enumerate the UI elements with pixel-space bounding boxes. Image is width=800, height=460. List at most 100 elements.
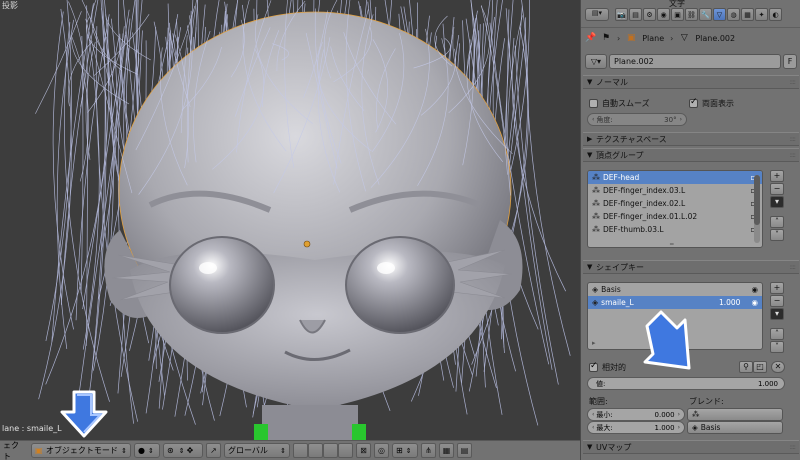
increment-arrow-icon[interactable]: ›: [678, 411, 680, 418]
camera-icon[interactable]: ▤: [457, 443, 472, 458]
double-sided-row[interactable]: 両面表示: [689, 97, 734, 109]
render-icon[interactable]: ▦: [439, 443, 454, 458]
layer-3-button[interactable]: [323, 443, 338, 458]
vertex-group-icon: ⁂: [592, 173, 600, 182]
tab-world[interactable]: ◉: [657, 8, 670, 21]
edit-mode-shape-button[interactable]: ◰: [753, 361, 767, 373]
tab-render[interactable]: 📷: [615, 8, 628, 21]
vertex-group-field[interactable]: ⁂: [687, 408, 783, 421]
move-up-button[interactable]: ˄: [770, 216, 784, 228]
filter-toggle-icon[interactable]: ▸: [592, 339, 596, 347]
tab-modifiers[interactable]: 🔧: [699, 8, 712, 21]
snap-selector[interactable]: ⊞ ⇕: [392, 443, 418, 458]
tab-object[interactable]: ▣: [671, 8, 684, 21]
double-sided-checkbox[interactable]: [689, 97, 698, 108]
decrement-arrow-icon[interactable]: ‹: [592, 116, 594, 123]
magnet-icon[interactable]: ⋔: [421, 443, 436, 458]
shape-key-item[interactable]: ◈ smaile_L 1.000 ◉: [588, 296, 762, 309]
lock-icon[interactable]: ⊠: [356, 443, 371, 458]
max-slider-field[interactable]: ‹ 最大: 1.000 ›: [587, 421, 685, 434]
pin-shape-key-button[interactable]: ⚲: [739, 361, 753, 373]
normals-panel-header[interactable]: ▼ ノーマル ::::: [583, 75, 799, 89]
add-shape-key-button[interactable]: +: [770, 282, 784, 294]
decrement-arrow-icon[interactable]: ‹: [592, 424, 594, 431]
remove-shape-key-button[interactable]: −: [770, 295, 784, 307]
shape-key-specials-button[interactable]: ▾: [770, 308, 784, 320]
translate-manipulator-icon[interactable]: ↗: [206, 443, 221, 458]
pin-icon[interactable]: 📌: [585, 33, 596, 43]
editor-type-button[interactable]: ▤▾: [585, 8, 609, 21]
autosmooth-angle-field[interactable]: ‹ 角度: 30° ›: [587, 113, 687, 126]
vertex-group-item[interactable]: ⁂DEF-finger_index.02.L▫: [588, 197, 762, 210]
arrow-annotation-icon: [643, 310, 691, 370]
layer-1-button[interactable]: [293, 443, 308, 458]
proportional-edit-icon[interactable]: ◎: [374, 443, 389, 458]
vertex-group-item[interactable]: ⁂DEF-head▫: [588, 171, 762, 184]
auto-smooth-row[interactable]: 自動スムーズ: [589, 98, 650, 109]
drag-grip-icon[interactable]: ::::: [790, 78, 797, 86]
tab-constraints[interactable]: ⛓: [685, 8, 698, 21]
move-up-button[interactable]: ˄: [770, 328, 784, 340]
orientation-selector[interactable]: グローバル ⇕: [224, 443, 290, 458]
vertex-group-scrollbar[interactable]: [754, 175, 760, 243]
move-down-button[interactable]: ˅: [770, 229, 784, 241]
shape-key-value[interactable]: 1.000: [719, 298, 740, 307]
drag-grip-icon[interactable]: ::::: [790, 135, 797, 143]
texture-space-title: テクスチャスペース: [596, 134, 667, 144]
mesh-name-field[interactable]: Plane.002: [609, 54, 781, 69]
value-label: 値:: [596, 379, 606, 388]
tab-particles[interactable]: ✦: [755, 8, 768, 21]
relative-row[interactable]: 相対的: [589, 361, 626, 373]
scrollbar-thumb[interactable]: [754, 175, 760, 225]
visibility-eye-icon[interactable]: ◉: [751, 285, 758, 294]
vertex-groups-panel-header[interactable]: ▼ 頂点グループ ::::: [583, 148, 799, 162]
shape-value-slider[interactable]: 値: 1.000: [587, 377, 785, 390]
value-number: 1.000: [757, 379, 778, 388]
vertex-group-item[interactable]: ⁂DEF-finger_index.03.L▫: [588, 184, 762, 197]
drag-grip-icon[interactable]: ::::: [790, 151, 797, 159]
drag-grip-icon[interactable]: ::::: [790, 263, 797, 271]
texture-space-panel-header[interactable]: ▶ テクスチャスペース ::::: [583, 132, 799, 146]
layer-2-button[interactable]: [308, 443, 323, 458]
tab-layers[interactable]: ▤: [629, 8, 642, 21]
tab-texture[interactable]: ▦: [741, 8, 754, 21]
pivot-selector[interactable]: ⊛ ⇕ ✥: [163, 443, 203, 458]
tab-scene[interactable]: ⚙: [643, 8, 656, 21]
add-vertex-group-button[interactable]: +: [770, 170, 784, 182]
shape-keys-panel-header[interactable]: ▼ シェイプキー ::::: [583, 260, 799, 274]
clear-weights-button[interactable]: ✕: [771, 361, 785, 373]
vertex-group-specials-button[interactable]: ▾: [770, 196, 784, 208]
vertex-group-item[interactable]: ⁂DEF-thumb.03.L▫: [588, 223, 762, 236]
layer-4-button[interactable]: [338, 443, 353, 458]
tab-data[interactable]: ▽: [713, 8, 726, 21]
visibility-eye-icon[interactable]: ◉: [751, 298, 758, 307]
updown-arrow-icon: ⇕: [405, 446, 412, 455]
angle-value: 30°: [664, 115, 677, 124]
auto-smooth-checkbox[interactable]: [589, 99, 598, 108]
move-down-button[interactable]: ˅: [770, 341, 784, 353]
vertex-group-list[interactable]: ⁂DEF-head▫⁂DEF-finger_index.03.L▫⁂DEF-fi…: [587, 170, 763, 248]
decrement-arrow-icon[interactable]: ‹: [592, 411, 594, 418]
vertex-group-item[interactable]: ⁂DEF-finger_index.01.L.02▫: [588, 210, 762, 223]
list-resize-grip-icon[interactable]: ═: [670, 241, 674, 247]
mesh-browse-button[interactable]: ▽▾: [585, 54, 607, 69]
mode-selector[interactable]: ▣ オブジェクトモード ⇕: [31, 443, 131, 458]
min-slider-field[interactable]: ‹ 最小: 0.000 ›: [587, 408, 685, 421]
3d-viewport[interactable]: 投影 lane : smaile_L: [0, 0, 580, 440]
vertex-group-icon: ⁂: [592, 186, 600, 195]
shading-selector[interactable]: ● ⇕: [134, 443, 160, 458]
drag-grip-icon[interactable]: ::::: [790, 443, 797, 451]
relative-key-field[interactable]: ◈ Basis: [687, 421, 783, 434]
fake-user-button[interactable]: F: [783, 54, 797, 69]
shape-key-name: Basis: [601, 285, 621, 294]
tab-material[interactable]: ◍: [727, 8, 740, 21]
shape-key-item[interactable]: ◈ Basis ◉: [588, 283, 762, 296]
relative-label: 相対的: [602, 363, 626, 372]
increment-arrow-icon[interactable]: ›: [680, 116, 682, 123]
object-menu[interactable]: ェクト: [0, 441, 28, 460]
relative-checkbox[interactable]: [589, 361, 598, 372]
uv-maps-panel-header[interactable]: ▼ UVマップ ::::: [583, 440, 799, 454]
tab-physics[interactable]: ◐: [769, 8, 782, 21]
remove-vertex-group-button[interactable]: −: [770, 183, 784, 195]
increment-arrow-icon[interactable]: ›: [678, 424, 680, 431]
